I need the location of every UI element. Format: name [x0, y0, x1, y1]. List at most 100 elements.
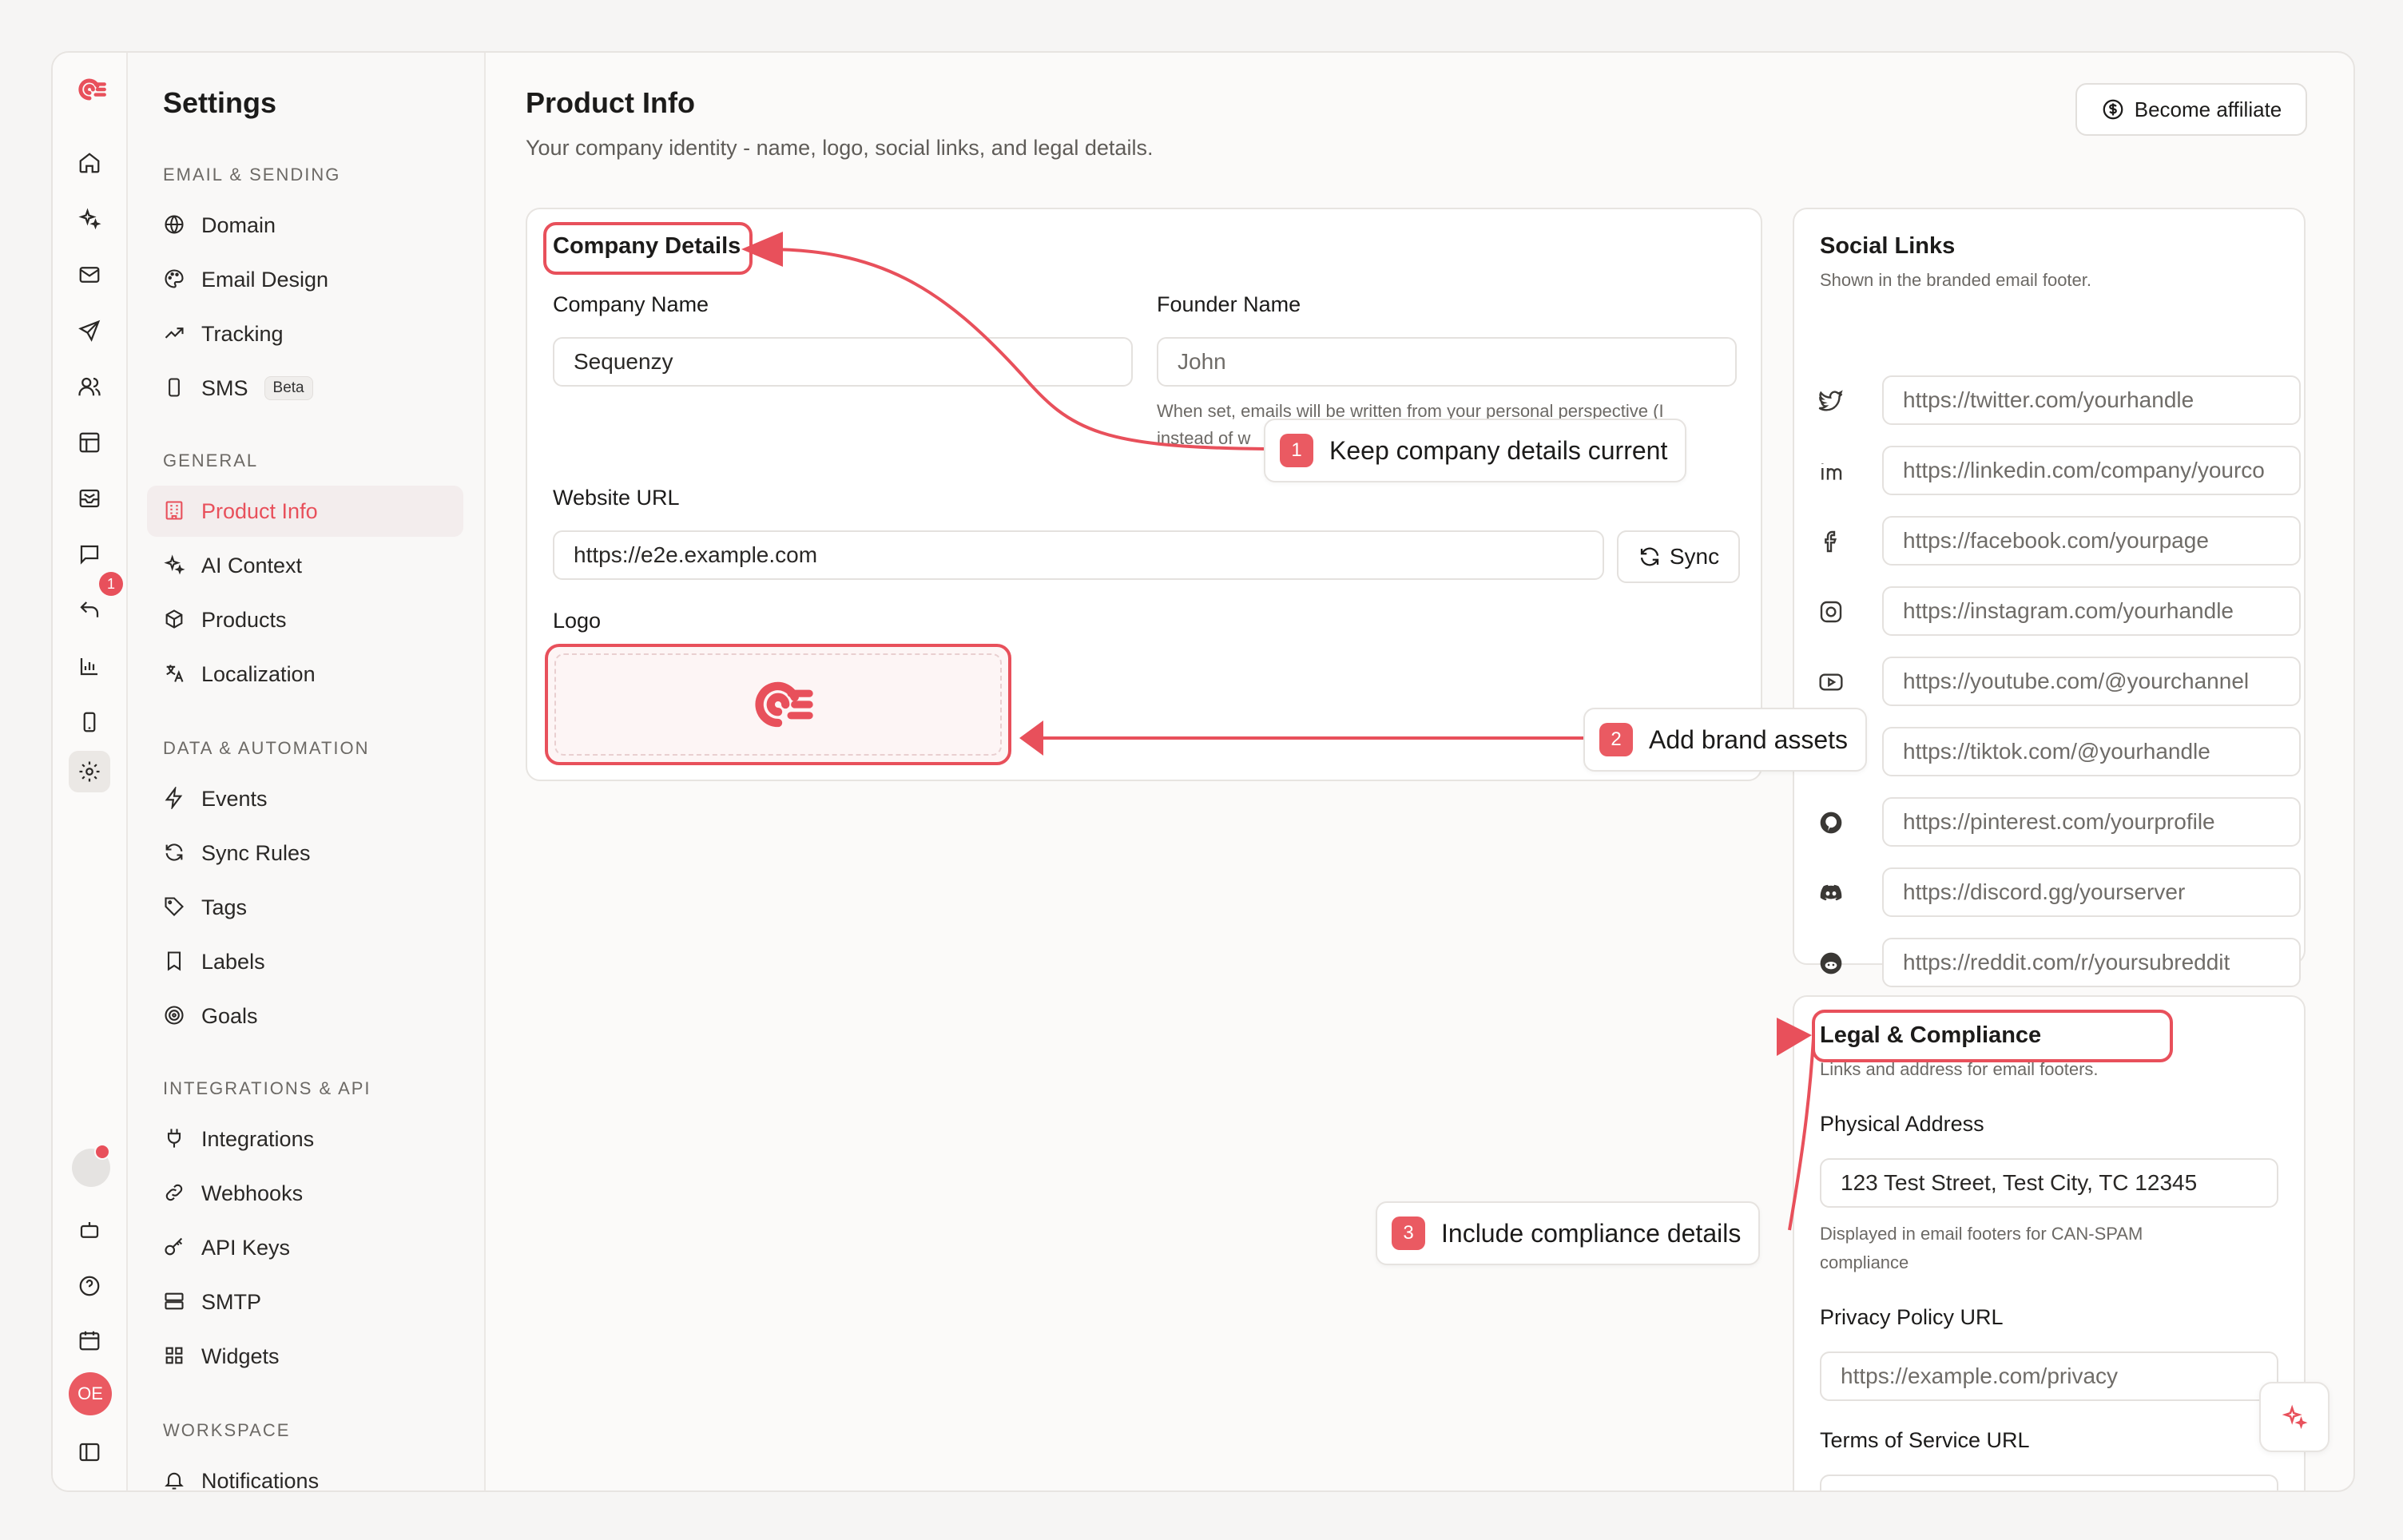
help-icon[interactable] — [69, 1265, 110, 1307]
social-links-subtitle: Shown in the branded email footer. — [1820, 270, 2092, 290]
page-title: Product Info — [526, 86, 695, 119]
settings-nav: Settings EMAIL & SENDING Domain Email De… — [128, 53, 486, 1490]
nav-item-label: Webhooks — [201, 1181, 304, 1205]
bell-icon — [163, 1469, 187, 1490]
nav-item-email-design[interactable]: Email Design — [147, 254, 463, 305]
gear-icon[interactable] — [69, 751, 110, 792]
globe-icon — [163, 213, 187, 237]
nav-item-localization[interactable]: Localization — [147, 649, 463, 700]
nav-item-tracking[interactable]: Tracking — [147, 308, 463, 359]
twitter-icon — [1818, 390, 1843, 411]
social-links-card: Social Links Shown in the branded email … — [1793, 208, 2306, 987]
company-name-input[interactable]: Sequenzy — [553, 337, 1133, 387]
sync-button[interactable]: Sync — [1617, 530, 1740, 583]
address-hint: Displayed in email footers for CAN-SPAM — [1820, 1224, 2143, 1244]
send-icon[interactable] — [69, 310, 110, 351]
website-url-input[interactable]: https://e2e.example.com — [553, 530, 1604, 580]
nav-item-events[interactable]: Events — [147, 773, 463, 824]
icon-rail: 1 OE — [53, 53, 128, 1490]
bot-icon[interactable] — [69, 1209, 110, 1251]
nav-item-label: Sync Rules — [201, 840, 311, 865]
nav-item-notifications[interactable]: Notifications — [147, 1455, 463, 1490]
home-icon[interactable] — [69, 142, 110, 184]
nav-item-sync-rules[interactable]: Sync Rules — [147, 828, 463, 879]
settings-title: Settings — [163, 86, 277, 119]
nav-item-integrations[interactable]: Integrations — [147, 1113, 463, 1165]
terms-of-service-input[interactable] — [1820, 1475, 2278, 1490]
nav-item-domain[interactable]: Domain — [147, 200, 463, 251]
founder-name-input[interactable]: John — [1157, 337, 1737, 387]
nav-item-label: AI Context — [201, 553, 303, 578]
nav-item-webhooks[interactable]: Webhooks — [147, 1168, 463, 1219]
nav-item-label: Products — [201, 607, 287, 632]
package-icon — [163, 608, 187, 632]
social-row-facebook: https://facebook.com/yourpage — [1818, 516, 2301, 566]
nav-item-api-keys[interactable]: API Keys — [147, 1222, 463, 1273]
social-row-tiktok: https://tiktok.com/@yourhandle — [1818, 727, 2301, 776]
linkedin-url-input[interactable]: https://linkedin.com/company/yourco — [1882, 446, 2301, 495]
callout-3: 3 Include compliance details — [1376, 1201, 1761, 1265]
nav-item-labels[interactable]: Labels — [147, 936, 463, 987]
sidebar-toggle-icon[interactable] — [69, 1431, 110, 1473]
nav-item-label: Widgets — [201, 1344, 280, 1368]
youtube-icon — [1819, 673, 1843, 691]
sparkles-icon — [2282, 1404, 2308, 1430]
social-row-twitter: https://twitter.com/yourhandle — [1818, 375, 2301, 425]
callout-number: 1 — [1280, 434, 1313, 467]
nav-item-ai-context[interactable]: AI Context — [147, 540, 463, 591]
facebook-url-input[interactable]: https://facebook.com/yourpage — [1882, 516, 2301, 566]
ai-assistant-button[interactable] — [2259, 1382, 2330, 1452]
social-links-title: Social Links — [1820, 233, 1956, 259]
sparkles-icon[interactable] — [69, 198, 110, 240]
physical-address-input[interactable]: 123 Test Street, Test City, TC 12345 — [1820, 1158, 2278, 1208]
instagram-url-input[interactable]: https://instagram.com/yourhandle — [1882, 586, 2301, 636]
nav-item-tags[interactable]: Tags — [147, 882, 463, 933]
facebook-icon — [1825, 530, 1837, 553]
tiktok-url-input[interactable]: https://tiktok.com/@yourhandle — [1882, 727, 2301, 776]
tag-icon — [163, 895, 187, 919]
social-row-instagram: https://instagram.com/yourhandle — [1818, 586, 2301, 636]
calendar-icon[interactable] — [69, 1320, 110, 1361]
dollar-circle-icon — [2103, 99, 2123, 120]
nav-item-goals[interactable]: Goals — [147, 990, 463, 1042]
callout-text: Add brand assets — [1649, 724, 1849, 754]
chat-icon[interactable] — [69, 534, 110, 575]
become-affiliate-label: Become affiliate — [2134, 97, 2282, 121]
pinterest-url-input[interactable]: https://pinterest.com/yourprofile — [1882, 797, 2301, 847]
logo-upload[interactable] — [545, 644, 1011, 765]
logo-label: Logo — [553, 609, 602, 633]
layout-icon[interactable] — [69, 422, 110, 463]
discord-url-input[interactable]: https://discord.gg/yourserver — [1882, 867, 2301, 917]
inbox-icon[interactable] — [69, 478, 110, 519]
server-icon — [163, 1290, 187, 1314]
reddit-url-input[interactable]: https://reddit.com/r/yoursubreddit — [1882, 938, 2301, 987]
logo-icon[interactable] — [69, 69, 110, 110]
nav-item-widgets[interactable]: Widgets — [147, 1331, 463, 1382]
mail-icon[interactable] — [69, 254, 110, 296]
chart-icon[interactable] — [69, 645, 110, 687]
social-row-pinterest: https://pinterest.com/yourprofile — [1818, 797, 2301, 847]
target-icon — [163, 1004, 187, 1028]
nav-item-label: Email Design — [201, 267, 329, 292]
twitter-url-input[interactable]: https://twitter.com/yourhandle — [1882, 375, 2301, 425]
nav-item-label: Integrations — [201, 1126, 315, 1151]
instagram-icon — [1820, 601, 1842, 623]
avatar[interactable]: OE — [69, 1372, 112, 1415]
notification-badge: 1 — [99, 572, 123, 596]
mobile-icon[interactable] — [69, 701, 110, 743]
nav-item-label: Events — [201, 786, 268, 811]
nav-item-product-info[interactable]: Product Info — [147, 486, 463, 537]
nav-item-smtp[interactable]: SMTP — [147, 1276, 463, 1328]
privacy-policy-input[interactable]: https://example.com/privacy — [1820, 1351, 2278, 1401]
legal-title-highlight — [1812, 1010, 2173, 1062]
nav-item-sms[interactable]: SMS Beta — [147, 363, 463, 414]
linkedin-icon — [1821, 463, 1842, 480]
users-icon[interactable] — [69, 366, 110, 407]
become-affiliate-button[interactable]: Become affiliate — [2075, 83, 2307, 136]
reply-icon[interactable] — [69, 589, 110, 631]
youtube-url-input[interactable]: https://youtube.com/@yourchannel — [1882, 657, 2301, 706]
nav-item-label: Domain — [201, 212, 276, 237]
nav-item-products[interactable]: Products — [147, 594, 463, 645]
logo-dropzone[interactable] — [554, 653, 1002, 756]
grid-icon — [163, 1344, 187, 1368]
